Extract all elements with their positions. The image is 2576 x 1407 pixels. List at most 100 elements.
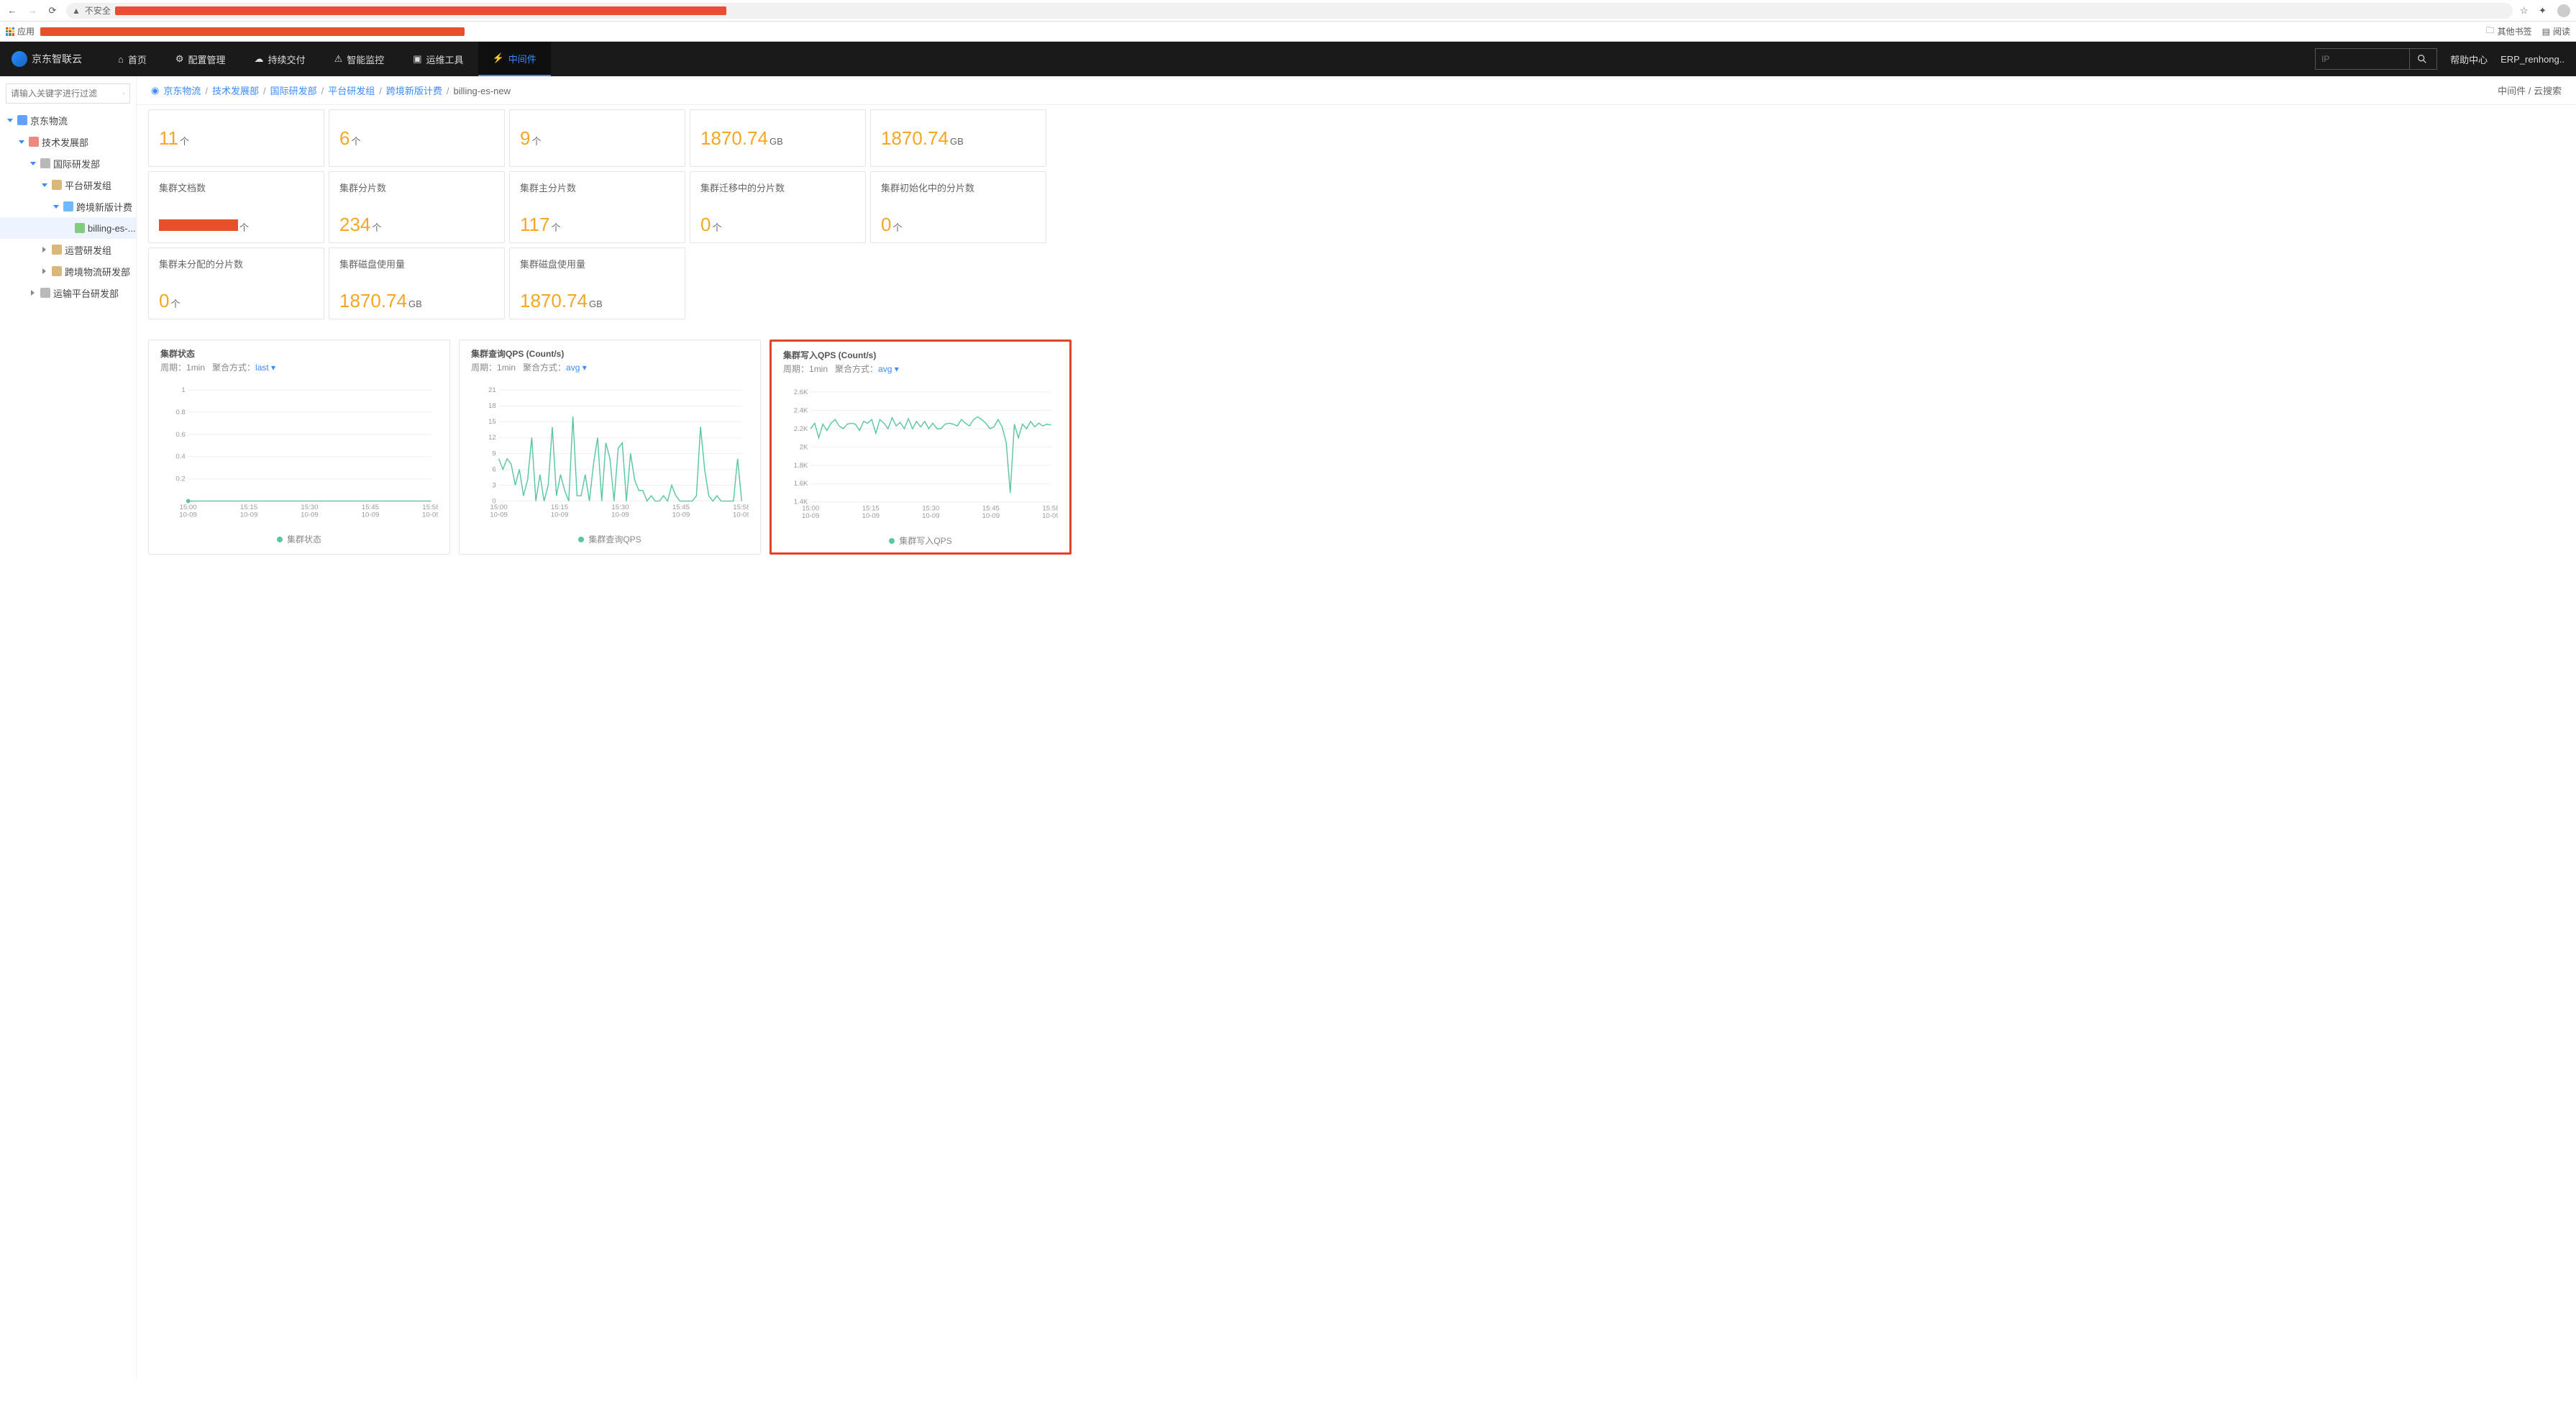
svg-text:18: 18	[488, 402, 496, 410]
nav-item-4[interactable]: ▣运维工具	[398, 42, 478, 76]
agg-dropdown[interactable]: last ▾	[255, 363, 275, 373]
stat-card: 集群主分片数117个	[509, 171, 685, 243]
cloud-icon	[17, 115, 27, 125]
tree-item-5[interactable]: billing-es-...	[0, 217, 136, 239]
brand-icon	[12, 51, 27, 67]
stat-value: 1870.74GB	[339, 291, 494, 310]
user-label[interactable]: ERP_renhong..	[2500, 54, 2564, 65]
forward-button[interactable]: →	[26, 4, 39, 17]
breadcrumb-item[interactable]: 国际研发部	[270, 86, 317, 96]
chart-subtitle: 周期：1min 聚合方式：last ▾	[160, 361, 438, 373]
stat-value: 0个	[881, 215, 1036, 234]
stat-title: 集群迁移中的分片数	[700, 181, 855, 194]
stat-value: 1870.74GB	[520, 291, 675, 310]
star-icon[interactable]: ☆	[2520, 5, 2531, 17]
extensions-icon[interactable]: ✦	[2539, 5, 2550, 17]
svg-text:15:15: 15:15	[551, 504, 568, 511]
caret-down-icon	[6, 117, 13, 124]
caret-down-icon	[29, 160, 36, 167]
stat-card: 11个	[148, 109, 324, 167]
svg-text:15:15: 15:15	[862, 504, 880, 512]
stat-card: 集群磁盘使用量1870.74GB	[329, 247, 505, 319]
top-nav: 京东智联云 ⌂首页⚙配置管理☁持续交付⚠智能监控▣运维工具⚡中间件 帮助中心 E…	[0, 42, 2576, 76]
svg-text:3: 3	[492, 481, 495, 489]
search-icon[interactable]	[2409, 49, 2434, 69]
layer-icon	[63, 201, 73, 211]
chart-plot: 1.4K1.6K1.8K2K2.2K2.4K2.6K15:0010-0915:1…	[783, 375, 1058, 533]
svg-text:10-09: 10-09	[922, 512, 939, 520]
svg-text:15: 15	[488, 418, 496, 426]
tree-item-2[interactable]: 国际研发部	[0, 152, 136, 174]
svg-text:1.6K: 1.6K	[794, 480, 808, 488]
breadcrumb-item[interactable]: 技术发展部	[212, 86, 259, 96]
reading-list[interactable]: ▤阅读	[2542, 24, 2570, 39]
chart-plot: 03691215182115:0010-0915:1510-0915:3010-…	[471, 373, 749, 532]
reload-button[interactable]: ⟳	[46, 4, 59, 17]
breadcrumb-item[interactable]: 跨境新版计费	[386, 86, 442, 96]
other-bookmarks[interactable]: 🗀其他书签	[2486, 24, 2532, 39]
stat-card: 集群文档数个	[148, 171, 324, 243]
breadcrumb-item[interactable]: 平台研发组	[328, 86, 375, 96]
nav-item-0[interactable]: ⌂首页	[104, 42, 161, 76]
stat-title: 集群分片数	[339, 181, 494, 194]
svg-text:0.2: 0.2	[175, 475, 185, 483]
svg-text:10-09: 10-09	[672, 511, 690, 519]
caret-down-icon	[17, 138, 24, 145]
address-bar[interactable]: ▲ 不安全	[66, 3, 2513, 19]
tree-item-3[interactable]: 平台研发组	[0, 174, 136, 196]
nav-item-2[interactable]: ☁持续交付	[240, 42, 320, 76]
ip-input[interactable]	[2316, 54, 2409, 64]
bars-icon	[40, 158, 50, 168]
legend-dot-icon	[578, 537, 584, 542]
breadcrumb-item[interactable]: 京东物流	[163, 86, 201, 96]
svg-text:2.4K: 2.4K	[794, 406, 808, 414]
svg-text:9: 9	[492, 450, 495, 457]
search-icon	[122, 88, 125, 99]
profile-icon[interactable]	[2557, 4, 2570, 17]
stat-card: 集群初始化中的分片数0个	[870, 171, 1046, 243]
agg-dropdown[interactable]: avg ▾	[878, 364, 899, 374]
sidebar-filter[interactable]	[6, 83, 130, 104]
stat-card: 集群分片数234个	[329, 171, 505, 243]
svg-text:15:15: 15:15	[240, 504, 257, 511]
tree-item-6[interactable]: 运营研发组	[0, 239, 136, 260]
svg-text:10-09: 10-09	[362, 511, 380, 519]
grid-icon	[52, 245, 62, 255]
tree-item-8[interactable]: 运输平台研发部	[0, 282, 136, 304]
svg-text:0.4: 0.4	[175, 453, 186, 461]
chart-legend: 集群写入QPS	[783, 534, 1058, 547]
nav-item-1[interactable]: ⚙配置管理	[161, 42, 240, 76]
nav-item-5[interactable]: ⚡中间件	[478, 42, 551, 76]
tree-item-4[interactable]: 跨境新版计费	[0, 196, 136, 217]
nav-icon: ⚡	[493, 53, 504, 64]
agg-dropdown[interactable]: avg ▾	[566, 363, 587, 373]
tree-item-1[interactable]: 技术发展部	[0, 131, 136, 152]
insecure-label: 不安全	[85, 4, 111, 17]
chart-plot: 0.20.40.60.8115:0010-0915:1510-0915:3010…	[160, 373, 438, 532]
breadcrumb-right: 中间件 / 云搜索	[2498, 83, 2562, 97]
stat-value: 11个	[159, 129, 314, 147]
svg-text:15:30: 15:30	[922, 504, 939, 512]
nav-item-3[interactable]: ⚠智能监控	[320, 42, 399, 76]
nav-icon: ⚠	[334, 53, 343, 65]
bars-icon	[40, 288, 50, 298]
svg-text:15:30: 15:30	[301, 504, 318, 511]
tree-item-0[interactable]: 京东物流	[0, 109, 136, 131]
bookmarks-bar: 应用 🗀其他书签 ▤阅读	[0, 22, 2576, 42]
ip-search[interactable]	[2315, 48, 2437, 70]
svg-text:15:58: 15:58	[733, 504, 749, 511]
apps-shortcut[interactable]: 应用	[6, 25, 35, 37]
help-link[interactable]: 帮助中心	[2450, 53, 2488, 66]
stat-value: 个	[159, 215, 314, 234]
insecure-icon: ▲	[72, 6, 81, 16]
svg-text:0.8: 0.8	[175, 409, 185, 416]
tree-item-7[interactable]: 跨境物流研发部	[0, 260, 136, 282]
brand-logo[interactable]: 京东智联云	[12, 51, 82, 67]
stat-card: 集群未分配的分片数0个	[148, 247, 324, 319]
stat-value: 1870.74GB	[881, 129, 1036, 147]
breadcrumb-item: billing-es-new	[454, 86, 511, 96]
svg-text:10-09: 10-09	[862, 512, 880, 520]
filter-input[interactable]	[11, 88, 122, 99]
apps-icon	[6, 27, 14, 36]
back-button[interactable]: ←	[6, 4, 19, 17]
